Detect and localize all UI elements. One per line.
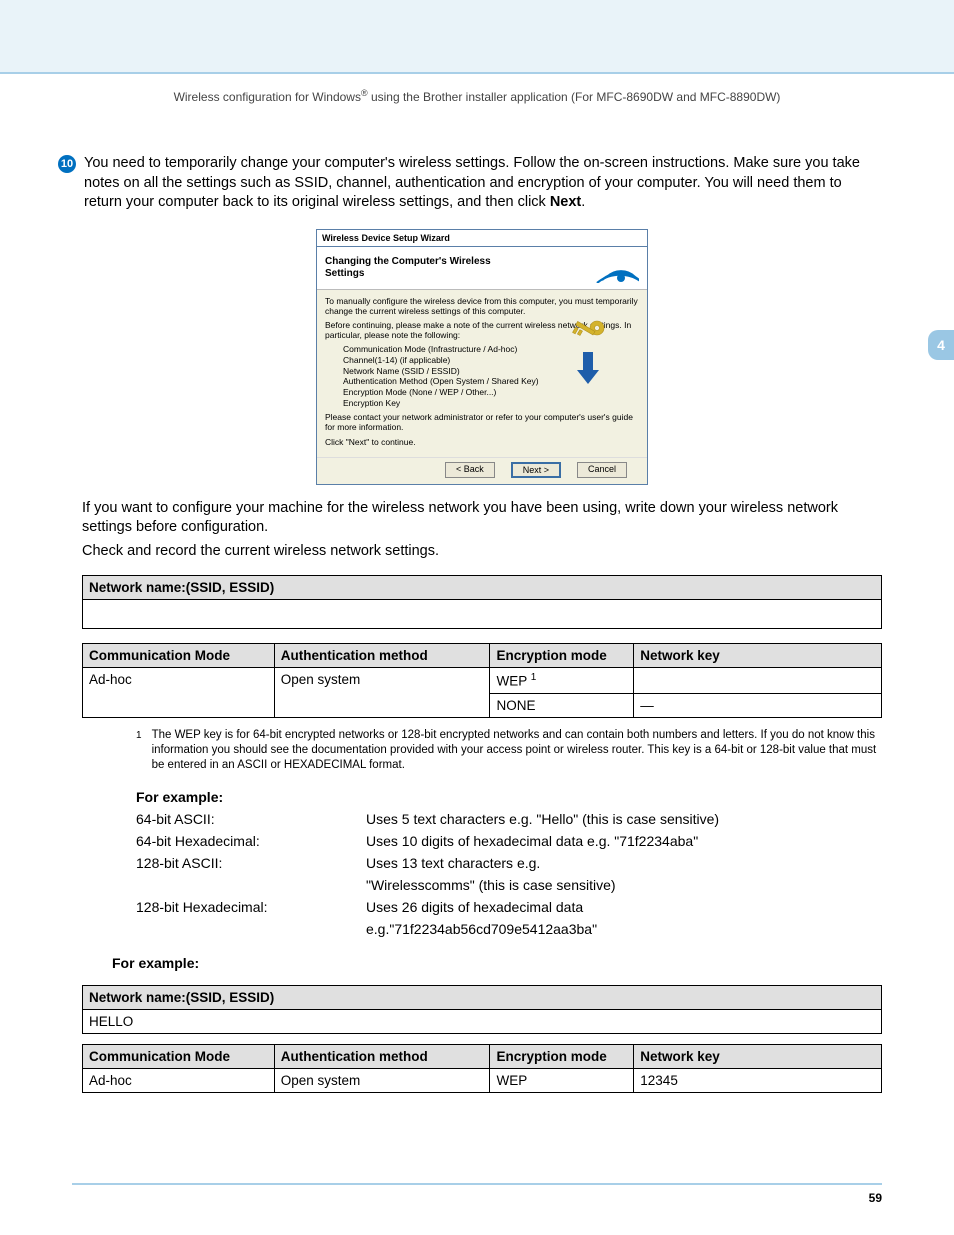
example-title: For example: [136,789,882,805]
col-header: Encryption mode [490,644,634,668]
example-label: 64-bit Hexadecimal: [136,833,366,849]
example-label: 128-bit Hexadecimal: [136,899,366,915]
step-number-badge: 10 [58,155,76,173]
example-grid: 64-bit ASCII: Uses 5 text characters e.g… [136,811,882,937]
back-button[interactable]: < Back [445,462,495,478]
chapter-tab: 4 [928,330,954,360]
dialog-body-p3: Please contact your network administrato… [325,412,639,432]
top-rule [0,72,954,74]
example-value: Uses 5 text characters e.g. "Hello" (thi… [366,811,882,827]
example-label: 64-bit ASCII: [136,811,366,827]
footnote: 1 The WEP key is for 64-bit encrypted ne… [136,728,882,773]
col-header: Authentication method [274,644,490,668]
network-name-table-1: Network name:(SSID, ESSID) [82,575,882,629]
col-header: Authentication method [274,1044,490,1068]
page-number: 59 [869,1191,882,1205]
table-cell: Ad-hoc [83,668,275,718]
for-example-heading: For example: [112,955,882,971]
example-value: Uses 13 text characters e.g. [366,855,882,871]
table-cell [634,668,882,694]
table-header: Network name:(SSID, ESSID) [83,576,882,600]
list-item: Encryption Mode (None / WEP / Other...) [343,387,639,398]
dialog-body-p1: To manually configure the wireless devic… [325,296,639,316]
table-cell: HELLO [83,1009,882,1033]
bottom-rule [72,1183,882,1185]
table-cell: Open system [274,1068,490,1092]
after-dialog-p1: If you want to configure your machine fo… [82,499,882,538]
list-item: Encryption Key [343,398,639,409]
dialog-heading: Changing the Computer's Wireless Setting… [325,256,515,280]
table-cell-blank [83,600,882,629]
col-header: Communication Mode [83,644,275,668]
table-header: Network name:(SSID, ESSID) [83,985,882,1009]
wizard-dialog: Wireless Device Setup Wizard Changing th… [316,229,648,485]
after-dialog-p2: Check and record the current wireless ne… [82,542,882,562]
footnote-number: 1 [136,728,142,773]
page-header: Wireless configuration for Windows® usin… [0,88,954,104]
example-label: 128-bit ASCII: [136,855,366,871]
cancel-button[interactable]: Cancel [577,462,627,478]
table-cell: WEP 1 [490,668,634,694]
network-name-table-2: Network name:(SSID, ESSID) HELLO [82,985,882,1034]
example-label [136,877,366,893]
example-label [136,921,366,937]
settings-table-2: Communication Mode Authentication method… [82,1044,882,1093]
example-value: Uses 10 digits of hexadecimal data e.g. … [366,833,882,849]
col-header: Network key [634,644,882,668]
footnote-text: The WEP key is for 64-bit encrypted netw… [152,728,882,773]
table-cell: 12345 [634,1068,882,1092]
table-cell: Ad-hoc [83,1068,275,1092]
example-value: "Wirelesscomms" (this is case sensitive) [366,877,882,893]
example-value: e.g."71f2234ab56cd709e5412aa3ba" [366,921,882,937]
table-cell: WEP [490,1068,634,1092]
header-text-a: Wireless configuration for Windows [174,90,361,104]
wifi-icon [559,253,639,283]
col-header: Network key [634,1044,882,1068]
col-header: Communication Mode [83,1044,275,1068]
header-text-b: using the Brother installer application … [368,90,781,104]
dialog-body-p4: Click "Next" to continue. [325,437,639,447]
dialog-title-bar: Wireless Device Setup Wizard [317,230,647,247]
settings-table-1: Communication Mode Authentication method… [82,643,882,718]
table-cell: NONE [490,693,634,717]
example-value: Uses 26 digits of hexadecimal data [366,899,882,915]
next-button[interactable]: Next > [511,462,561,478]
top-band [0,0,954,72]
key-arrow-icon [559,318,619,388]
step-paragraph: You need to temporarily change your comp… [84,154,882,213]
col-header: Encryption mode [490,1044,634,1068]
table-cell: Open system [274,668,490,718]
table-cell: — [634,693,882,717]
